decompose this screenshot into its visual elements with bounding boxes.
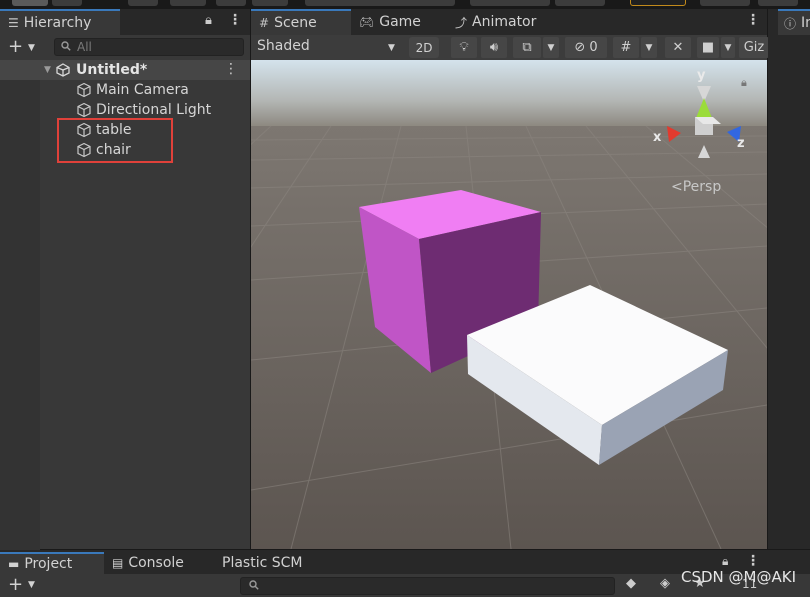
toolbar-tool-button[interactable] bbox=[758, 0, 798, 6]
unity-scene-icon bbox=[56, 63, 70, 77]
tab-hierarchy[interactable]: ☰ Hierarchy bbox=[0, 9, 120, 35]
toolbar-tool-button[interactable] bbox=[216, 0, 246, 6]
hierarchy-panel: ☰ Hierarchy 🔒︎ ⋮ + ▼ ▼ Untitled* ⋮ bbox=[0, 9, 250, 550]
axis-label-y: y bbox=[697, 68, 706, 83]
info-icon: ⓘ bbox=[784, 16, 797, 31]
tab-console[interactable]: ▤ Console bbox=[104, 552, 204, 574]
tab-scene-label: Scene bbox=[274, 15, 317, 31]
toolbar-tool-button[interactable] bbox=[52, 0, 82, 6]
search-icon bbox=[61, 40, 71, 54]
scene-viewport[interactable]: 🔒︎ y x z <Persp bbox=[251, 60, 767, 549]
tab-game[interactable]: 🎮︎ Game bbox=[351, 9, 446, 35]
tab-plastic-scm[interactable]: Plastic SCM bbox=[214, 552, 324, 574]
gamepad-icon: 🎮︎ bbox=[359, 15, 375, 29]
list-item-main-camera[interactable]: Main Camera bbox=[0, 80, 250, 100]
watermark: CSDN @M@AKI bbox=[681, 568, 796, 586]
more-options-icon[interactable]: ⋮ bbox=[746, 12, 760, 28]
tab-project[interactable]: ▬ Project bbox=[0, 552, 104, 574]
chevron-down-icon[interactable]: ▼ bbox=[641, 37, 657, 58]
folder-icon: ▬ bbox=[8, 557, 20, 571]
inspector-panel: ⓘ In bbox=[768, 9, 810, 549]
chevron-down-icon[interactable]: ▼ bbox=[543, 37, 559, 58]
toolbar-tool-button[interactable] bbox=[555, 0, 605, 6]
chevron-down-icon[interactable]: ▼ bbox=[28, 580, 35, 590]
axis-label-z: z bbox=[737, 136, 745, 151]
projection-toggle[interactable]: <Persp bbox=[671, 179, 721, 195]
tab-hierarchy-label: Hierarchy bbox=[23, 15, 92, 31]
tab-animator[interactable]: ⤴ Animator bbox=[447, 9, 557, 35]
scene-panel: # Scene 🎮︎ Game ⤴ Animator ⋮ Shaded ▼ 2D… bbox=[251, 9, 769, 549]
console-icon: ▤ bbox=[112, 556, 124, 570]
hidden-count: 0 bbox=[589, 40, 598, 55]
chevron-down-icon[interactable]: ▼ bbox=[721, 37, 735, 58]
audio-toggle-icon[interactable]: 🔊︎ bbox=[481, 37, 507, 58]
annotation-highlight-box bbox=[57, 118, 173, 163]
axis-label-x: x bbox=[653, 130, 662, 145]
scene-toolbar: Shaded ▼ 2D 💡︎ 🔊︎ ⧉ ▼ ⊘ 0 # ▼ ✕ ■ ▼ Giz bbox=[251, 35, 769, 60]
sky bbox=[251, 60, 767, 128]
tab-scene[interactable]: # Scene bbox=[251, 9, 351, 35]
bottom-panel: ▬ Project ▤ Console Plastic SCM 🔒︎ ⋮ + ▼… bbox=[0, 550, 810, 597]
toolbar-tool-button[interactable] bbox=[12, 0, 48, 6]
chevron-down-icon[interactable]: ▼ bbox=[388, 43, 395, 53]
scene-options-icon[interactable]: ⋮ bbox=[224, 61, 238, 77]
hierarchy-search[interactable] bbox=[54, 38, 244, 56]
add-asset-button[interactable]: + bbox=[8, 574, 23, 595]
tab-plastic-scm-label: Plastic SCM bbox=[222, 555, 303, 571]
scene-name: Untitled* bbox=[76, 62, 148, 78]
camera-icon[interactable]: ■ bbox=[697, 37, 719, 58]
chevron-down-icon[interactable]: ▼ bbox=[28, 43, 35, 53]
tools-icon[interactable]: ✕ bbox=[665, 37, 691, 58]
toggle-2d-button[interactable]: 2D bbox=[409, 37, 439, 58]
hierarchy-search-input[interactable] bbox=[77, 40, 227, 54]
list-item-label: Directional Light bbox=[96, 102, 212, 118]
toolbar-tool-button[interactable] bbox=[252, 0, 288, 6]
toolbar-tool-button[interactable] bbox=[128, 0, 158, 6]
tab-console-label: Console bbox=[128, 555, 184, 571]
tab-animator-label: Animator bbox=[472, 14, 537, 30]
expand-caret-icon[interactable]: ▼ bbox=[44, 65, 51, 75]
tab-inspector-label: In bbox=[801, 15, 810, 31]
list-item-directional-light[interactable]: Directional Light bbox=[0, 100, 250, 120]
scene-root-row[interactable]: ▼ Untitled* ⋮ bbox=[0, 60, 250, 80]
top-toolbar bbox=[0, 0, 810, 8]
toolbar-tool-button[interactable] bbox=[700, 0, 750, 6]
hierarchy-tab-strip: ☰ Hierarchy 🔒︎ ⋮ bbox=[0, 9, 250, 35]
gizmos-dropdown[interactable]: Giz bbox=[739, 37, 769, 58]
more-options-icon[interactable]: ⋮ bbox=[746, 553, 760, 569]
search-icon bbox=[249, 579, 259, 593]
list-item-label: Main Camera bbox=[96, 82, 189, 98]
toolbar-tool-button[interactable] bbox=[470, 0, 550, 6]
lock-icon[interactable]: 🔒︎ bbox=[205, 13, 212, 28]
list-icon: ☰ bbox=[8, 16, 19, 30]
toolbar-tool-button[interactable] bbox=[170, 0, 206, 6]
filter-by-label-icon[interactable]: ◈ bbox=[660, 576, 670, 591]
grid-icon: # bbox=[259, 16, 270, 30]
effects-toggle-icon[interactable]: ⧉ bbox=[513, 37, 541, 58]
grid-toggle-icon[interactable]: # bbox=[613, 37, 639, 58]
scene-render[interactable]: 🔒︎ bbox=[251, 60, 767, 549]
gameobject-cube-icon bbox=[77, 102, 91, 118]
hierarchy-toolbar: + ▼ bbox=[0, 35, 250, 59]
lighting-toggle-icon[interactable]: 💡︎ bbox=[451, 37, 477, 58]
lock-icon[interactable]: 🔒︎ bbox=[722, 554, 728, 569]
toolbar-tool-button[interactable] bbox=[305, 0, 455, 6]
tab-project-label: Project bbox=[24, 556, 73, 572]
tab-game-label: Game bbox=[379, 14, 421, 30]
scene-tab-strip: # Scene 🎮︎ Game ⤴ Animator ⋮ bbox=[251, 9, 767, 35]
add-object-button[interactable]: + bbox=[8, 38, 23, 56]
toolbar-account-button[interactable] bbox=[630, 0, 686, 6]
scene-visibility-icon[interactable]: ⊘ 0 bbox=[565, 37, 607, 58]
shading-mode-dropdown[interactable]: Shaded bbox=[257, 38, 310, 54]
tab-inspector[interactable]: ⓘ In bbox=[778, 9, 810, 35]
animator-icon: ⤴ bbox=[455, 15, 468, 30]
filter-by-type-icon[interactable]: ◆ bbox=[626, 576, 636, 591]
gameobject-cube-icon bbox=[77, 82, 91, 98]
eye-slash-icon: ⊘ bbox=[574, 40, 586, 55]
project-search[interactable] bbox=[240, 577, 615, 595]
gizmo-lock-icon[interactable]: 🔒︎ bbox=[741, 76, 747, 89]
more-options-icon[interactable]: ⋮ bbox=[228, 12, 242, 28]
